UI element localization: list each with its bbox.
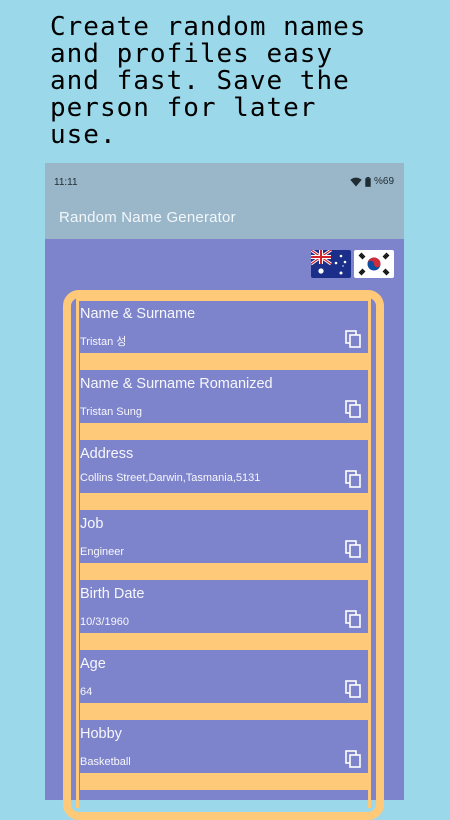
field-divider: [80, 493, 370, 510]
wifi-icon: [350, 177, 362, 186]
field-value: Tristan 성: [80, 336, 127, 348]
copy-icon[interactable]: [343, 539, 363, 559]
field-label: Age: [80, 656, 106, 672]
copy-icon[interactable]: [343, 679, 363, 699]
field-birth-date: Birth Date 10/3/1960: [80, 580, 370, 650]
field-romanized: Name & Surname Romanized Tristan Sung: [80, 370, 370, 440]
field-value: Engineer: [80, 546, 125, 558]
battery-icon: [365, 176, 371, 187]
field-divider: [80, 563, 370, 580]
copy-icon[interactable]: [343, 329, 363, 349]
app-title: Random Name Generator: [59, 209, 236, 226]
field-address: Address Collins Street,Darwin,Tasmania,5…: [80, 440, 370, 510]
field-divider: [80, 633, 370, 650]
copy-icon[interactable]: [343, 749, 363, 769]
field-value: 10/3/1960: [80, 616, 129, 628]
field-value: 64: [80, 686, 93, 698]
field-name: Name & Surname Tristan 성: [80, 300, 370, 370]
field-label: Name & Surname Romanized: [80, 376, 273, 392]
status-bar: 11:11 %69: [45, 163, 404, 201]
south-korea-flag-icon[interactable]: [354, 250, 394, 278]
field-divider: [80, 773, 370, 790]
field-hobby: Hobby Basketball: [80, 720, 370, 790]
australia-flag-icon[interactable]: [311, 250, 351, 278]
field-job: Job Engineer: [80, 510, 370, 580]
promo-text: Create random names and profiles easy an…: [50, 12, 367, 150]
field-label: Hobby: [80, 726, 122, 742]
field-value: Collins Street,Darwin,Tasmania,5131: [80, 472, 261, 484]
app-bar: Random Name Generator: [45, 201, 404, 239]
field-label: Birth Date: [80, 586, 145, 602]
battery-level: %69: [373, 176, 394, 187]
field-value: Basketball: [80, 756, 131, 768]
field-label: Job: [80, 516, 104, 532]
field-label: Address: [80, 446, 134, 462]
copy-icon[interactable]: [343, 469, 363, 489]
field-divider: [80, 423, 370, 440]
field-age: Age 64: [80, 650, 370, 720]
copy-icon[interactable]: [343, 609, 363, 629]
field-value: Tristan Sung: [80, 406, 142, 418]
field-divider: [80, 703, 370, 720]
copy-icon[interactable]: [343, 399, 363, 419]
field-divider: [80, 353, 370, 370]
field-label: Name & Surname: [80, 306, 196, 322]
status-time: 11:11: [54, 177, 78, 188]
